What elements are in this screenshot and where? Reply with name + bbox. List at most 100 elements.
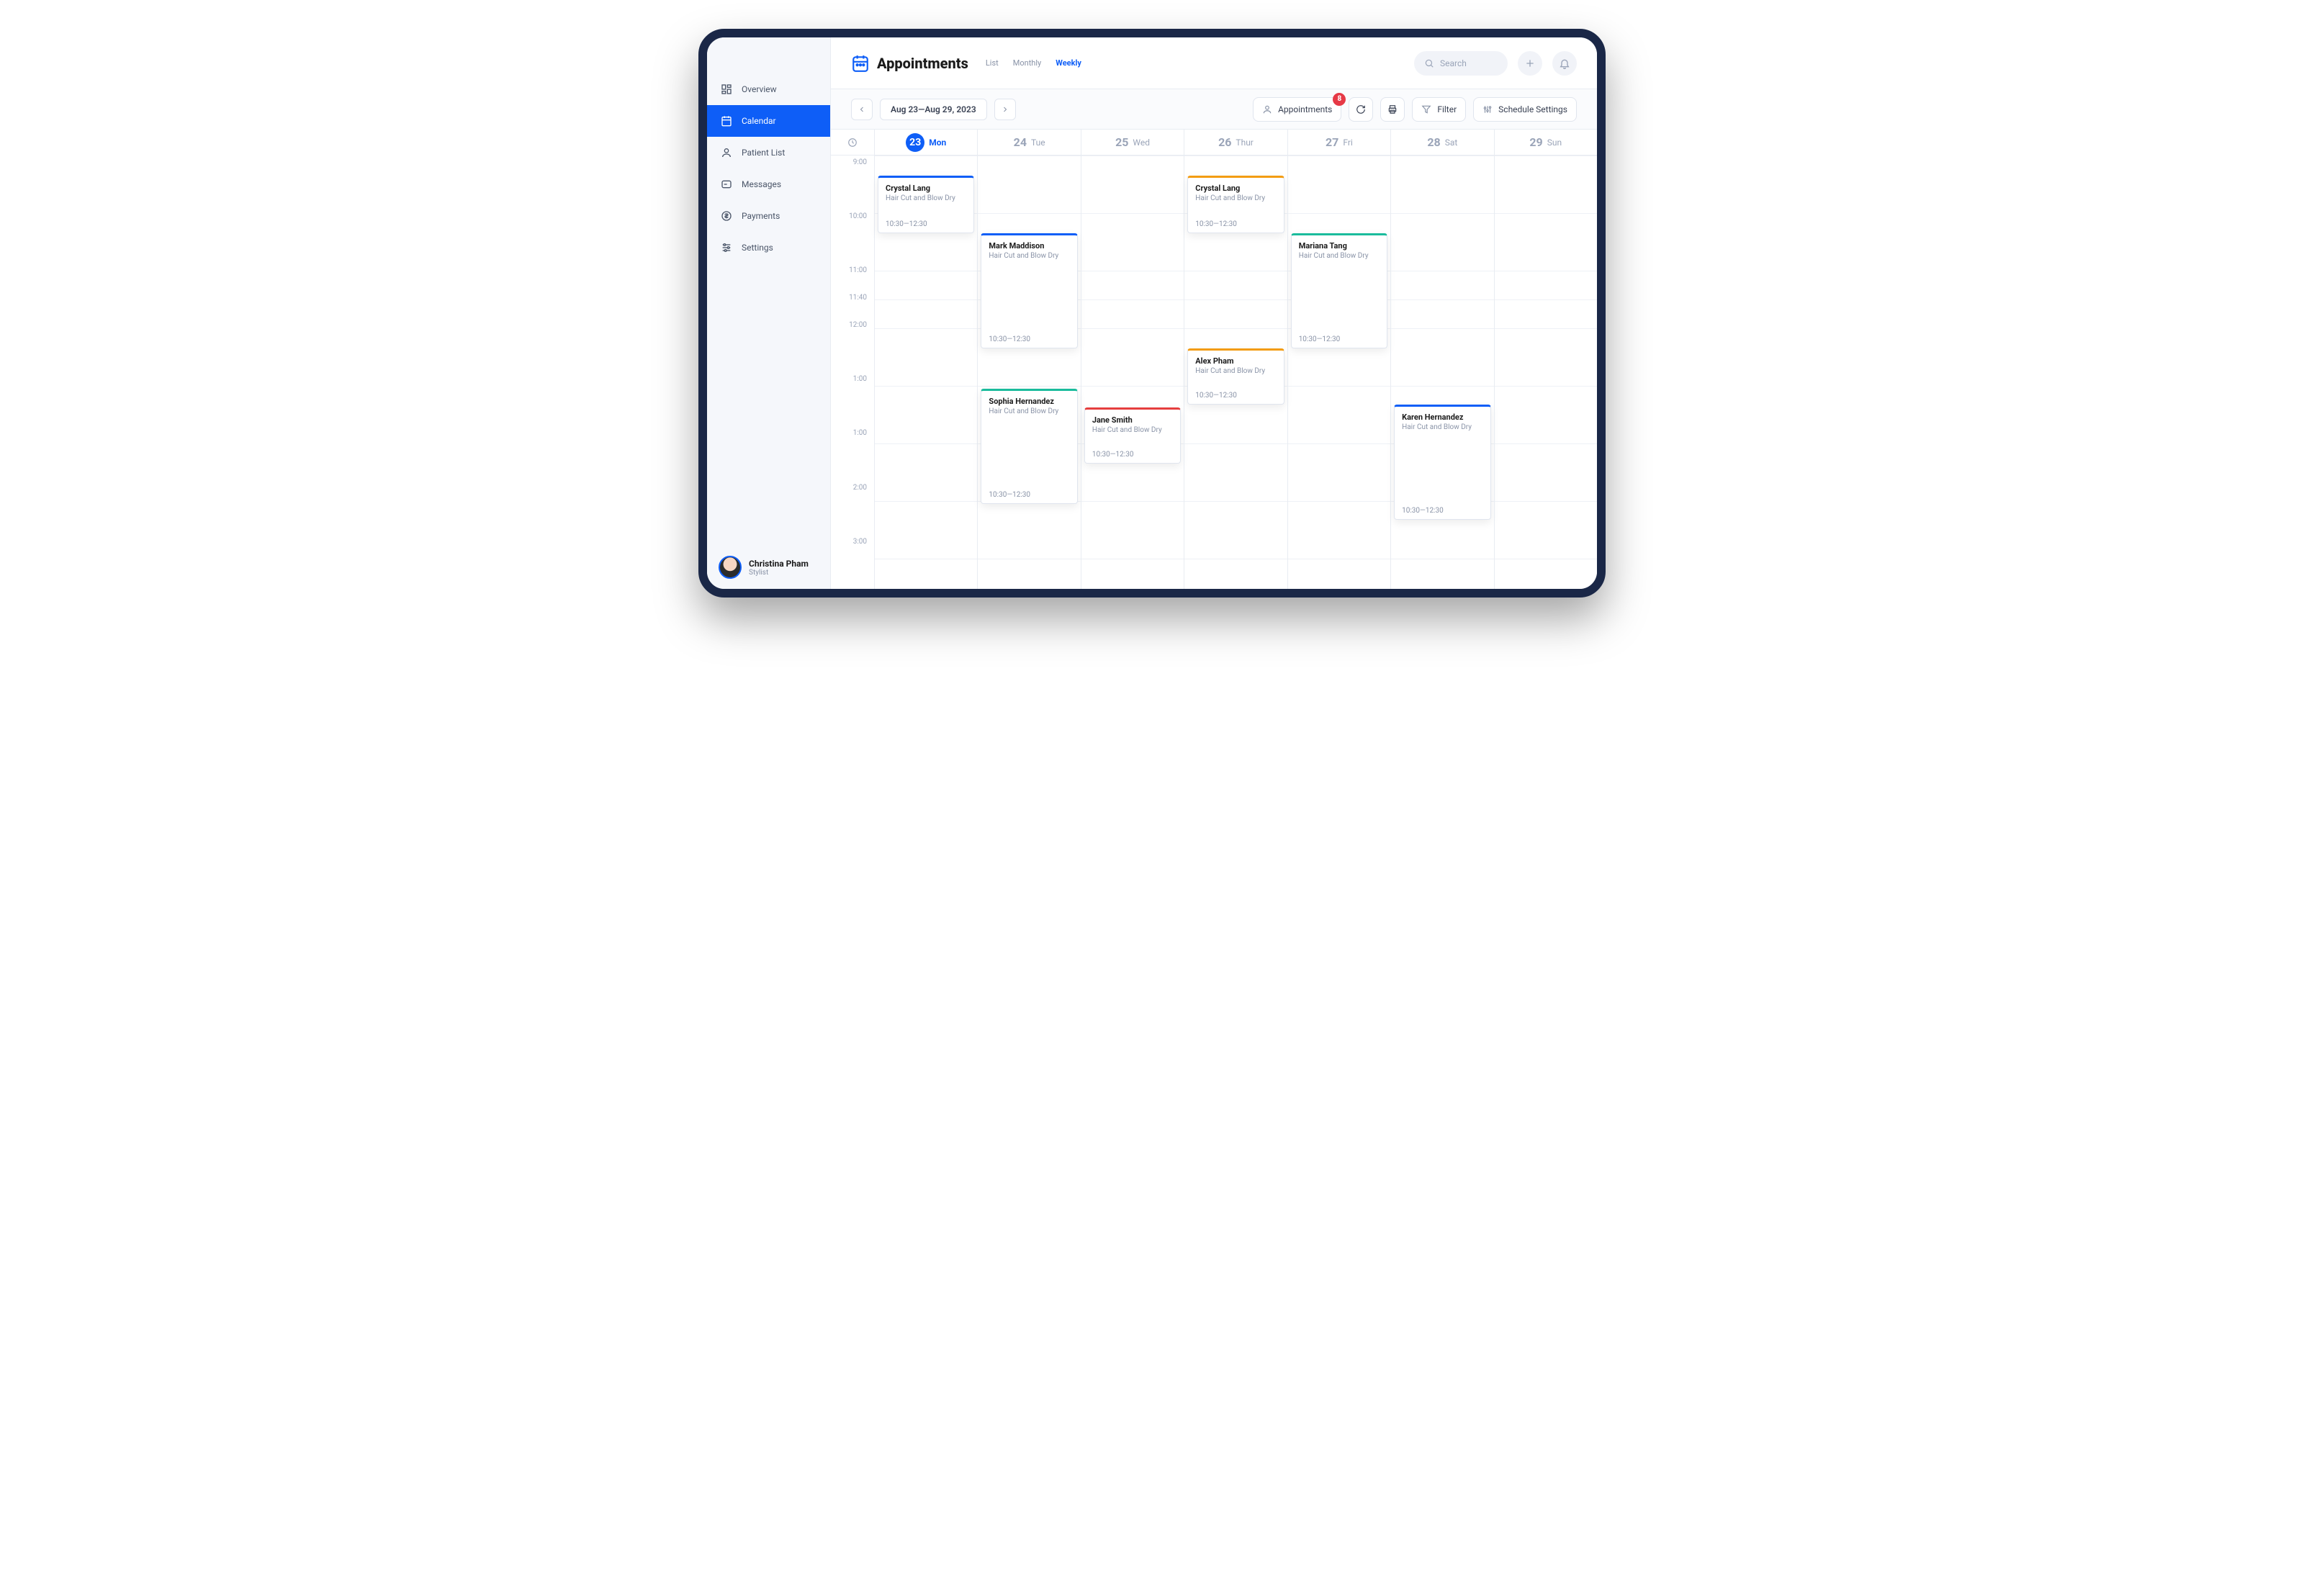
appointment-service: Hair Cut and Blow Dry bbox=[1195, 367, 1276, 375]
date-range[interactable]: Aug 23—Aug 29, 2023 bbox=[880, 99, 987, 120]
filter-label: Filter bbox=[1437, 104, 1457, 114]
sliders-icon bbox=[720, 241, 733, 254]
appointment-card[interactable]: Jane SmithHair Cut and Blow Dry10:30—12:… bbox=[1084, 407, 1181, 464]
day-label: Tue bbox=[1031, 137, 1045, 148]
appointment-card[interactable]: Sophia HernandezHair Cut and Blow Dry10:… bbox=[981, 389, 1077, 504]
refresh-icon bbox=[1356, 104, 1366, 114]
search-input[interactable]: Search bbox=[1414, 51, 1508, 76]
chevron-left-icon bbox=[858, 105, 866, 114]
sidebar-label: Patient List bbox=[742, 148, 785, 158]
appointments-label: Appointments bbox=[1278, 104, 1332, 114]
day-header[interactable]: 25Wed bbox=[1081, 130, 1184, 155]
day-label: Sun bbox=[1547, 137, 1562, 148]
print-button[interactable] bbox=[1380, 97, 1405, 122]
main-area: Appointments List Monthly Weekly Search bbox=[831, 37, 1597, 589]
appointment-card[interactable]: Crystal LangHair Cut and Blow Dry10:30—1… bbox=[1187, 176, 1284, 233]
appointment-name: Mark Maddison bbox=[989, 241, 1069, 251]
sidebar-label: Payments bbox=[742, 211, 780, 221]
calendar-icon bbox=[720, 114, 733, 127]
appointment-service: Hair Cut and Blow Dry bbox=[886, 194, 966, 202]
schedule-settings-button[interactable]: Schedule Settings bbox=[1473, 97, 1577, 122]
appointment-card[interactable]: Crystal LangHair Cut and Blow Dry10:30—1… bbox=[878, 176, 974, 233]
schedule-settings-label: Schedule Settings bbox=[1498, 104, 1567, 114]
chevron-right-icon bbox=[1001, 105, 1009, 114]
clock-icon bbox=[831, 130, 874, 155]
day-column[interactable]: Jane SmithHair Cut and Blow Dry10:30—12:… bbox=[1081, 155, 1184, 589]
time-label: 1:00 bbox=[831, 372, 874, 426]
appointment-name: Mariana Tang bbox=[1299, 241, 1380, 251]
time-label: 3:00 bbox=[831, 535, 874, 589]
day-header[interactable]: 29Sun bbox=[1494, 130, 1597, 155]
filter-button[interactable]: Filter bbox=[1412, 97, 1466, 122]
sidebar: Overview Calendar Patient List Messages bbox=[707, 37, 831, 589]
search-icon bbox=[1424, 58, 1434, 68]
sidebar-item-calendar[interactable]: Calendar bbox=[707, 105, 830, 137]
day-column[interactable] bbox=[1494, 155, 1597, 589]
day-column[interactable]: Karen HernandezHair Cut and Blow Dry10:3… bbox=[1390, 155, 1493, 589]
avatar bbox=[719, 556, 742, 579]
sidebar-item-payments[interactable]: Payments bbox=[707, 200, 830, 232]
day-number: 28 bbox=[1427, 135, 1440, 149]
sidebar-item-settings[interactable]: Settings bbox=[707, 232, 830, 263]
profile-role: Stylist bbox=[749, 569, 809, 577]
time-label: 9:00 bbox=[831, 155, 874, 209]
dashboard-icon bbox=[720, 83, 733, 96]
appointment-name: Alex Pham bbox=[1195, 356, 1276, 366]
day-label: Mon bbox=[929, 137, 946, 148]
appointments-badge: 8 bbox=[1333, 93, 1346, 106]
appointment-time: 10:30—12:30 bbox=[1092, 451, 1173, 459]
prev-week-button[interactable] bbox=[851, 99, 873, 120]
appointment-name: Sophia Hernandez bbox=[989, 397, 1069, 406]
day-column[interactable]: Crystal LangHair Cut and Blow Dry10:30—1… bbox=[1184, 155, 1287, 589]
appointment-time: 10:30—12:30 bbox=[1402, 507, 1482, 515]
sliders-icon bbox=[1482, 104, 1493, 114]
day-number: 23 bbox=[906, 133, 924, 152]
time-label: 12:00 bbox=[831, 318, 874, 372]
day-header[interactable]: 28 Sat bbox=[1390, 130, 1493, 155]
sidebar-item-messages[interactable]: Messages bbox=[707, 168, 830, 200]
profile-name: Christina Pham bbox=[749, 559, 809, 569]
appointment-service: Hair Cut and Blow Dry bbox=[1299, 252, 1380, 260]
appointment-card[interactable]: Karen HernandezHair Cut and Blow Dry10:3… bbox=[1394, 405, 1490, 520]
tab-weekly[interactable]: Weekly bbox=[1056, 58, 1081, 68]
day-number: 27 bbox=[1326, 135, 1338, 149]
appointment-card[interactable]: Mark MaddisonHair Cut and Blow Dry10:30—… bbox=[981, 233, 1077, 348]
refresh-button[interactable] bbox=[1349, 97, 1373, 122]
appointment-time: 10:30—12:30 bbox=[989, 491, 1069, 499]
day-header[interactable]: 24 Tue bbox=[977, 130, 1080, 155]
appointment-name: Karen Hernandez bbox=[1402, 412, 1482, 422]
sidebar-item-patient-list[interactable]: Patient List bbox=[707, 137, 830, 168]
appointment-card[interactable]: Alex PhamHair Cut and Blow Dry10:30—12:3… bbox=[1187, 348, 1284, 405]
day-label: Fri bbox=[1343, 137, 1352, 148]
appointments-button[interactable]: Appointments 8 bbox=[1253, 97, 1341, 122]
day-header[interactable]: 26Thur bbox=[1184, 130, 1287, 155]
day-number: 25 bbox=[1115, 135, 1128, 149]
day-number: 24 bbox=[1014, 135, 1027, 149]
bell-icon bbox=[1559, 58, 1570, 69]
day-column[interactable]: Mark MaddisonHair Cut and Blow Dry10:30—… bbox=[977, 155, 1080, 589]
appointment-service: Hair Cut and Blow Dry bbox=[1195, 194, 1276, 202]
sidebar-item-overview[interactable]: Overview bbox=[707, 73, 830, 105]
calendar-header: 23 Mon 24 Tue 25Wed26Thur 27 Fri 28 Sat 29Sun bbox=[831, 130, 1597, 155]
sidebar-label: Overview bbox=[742, 84, 777, 94]
appointment-card[interactable]: Mariana TangHair Cut and Blow Dry10:30—1… bbox=[1291, 233, 1387, 348]
notifications-button[interactable] bbox=[1552, 51, 1577, 76]
day-label: Thur bbox=[1236, 137, 1253, 148]
day-label: Sat bbox=[1445, 137, 1458, 148]
user-icon bbox=[1262, 104, 1272, 114]
calendar-grid[interactable]: Crystal LangHair Cut and Blow Dry10:30—1… bbox=[874, 155, 1597, 589]
day-column[interactable]: Mariana TangHair Cut and Blow Dry10:30—1… bbox=[1287, 155, 1390, 589]
day-header[interactable]: 23 Mon bbox=[874, 130, 977, 155]
profile-card[interactable]: Christina Pham Stylist bbox=[707, 546, 830, 589]
appointment-time: 10:30—12:30 bbox=[886, 220, 966, 228]
tab-monthly[interactable]: Monthly bbox=[1013, 58, 1042, 68]
add-button[interactable] bbox=[1518, 51, 1542, 76]
filter-icon bbox=[1421, 104, 1431, 114]
day-column[interactable]: Crystal LangHair Cut and Blow Dry10:30—1… bbox=[874, 155, 977, 589]
appointment-service: Hair Cut and Blow Dry bbox=[1092, 426, 1173, 434]
tab-list[interactable]: List bbox=[986, 58, 999, 68]
user-icon bbox=[720, 146, 733, 159]
day-header[interactable]: 27 Fri bbox=[1287, 130, 1390, 155]
next-week-button[interactable] bbox=[994, 99, 1016, 120]
app-frame: Overview Calendar Patient List Messages bbox=[698, 29, 1606, 598]
